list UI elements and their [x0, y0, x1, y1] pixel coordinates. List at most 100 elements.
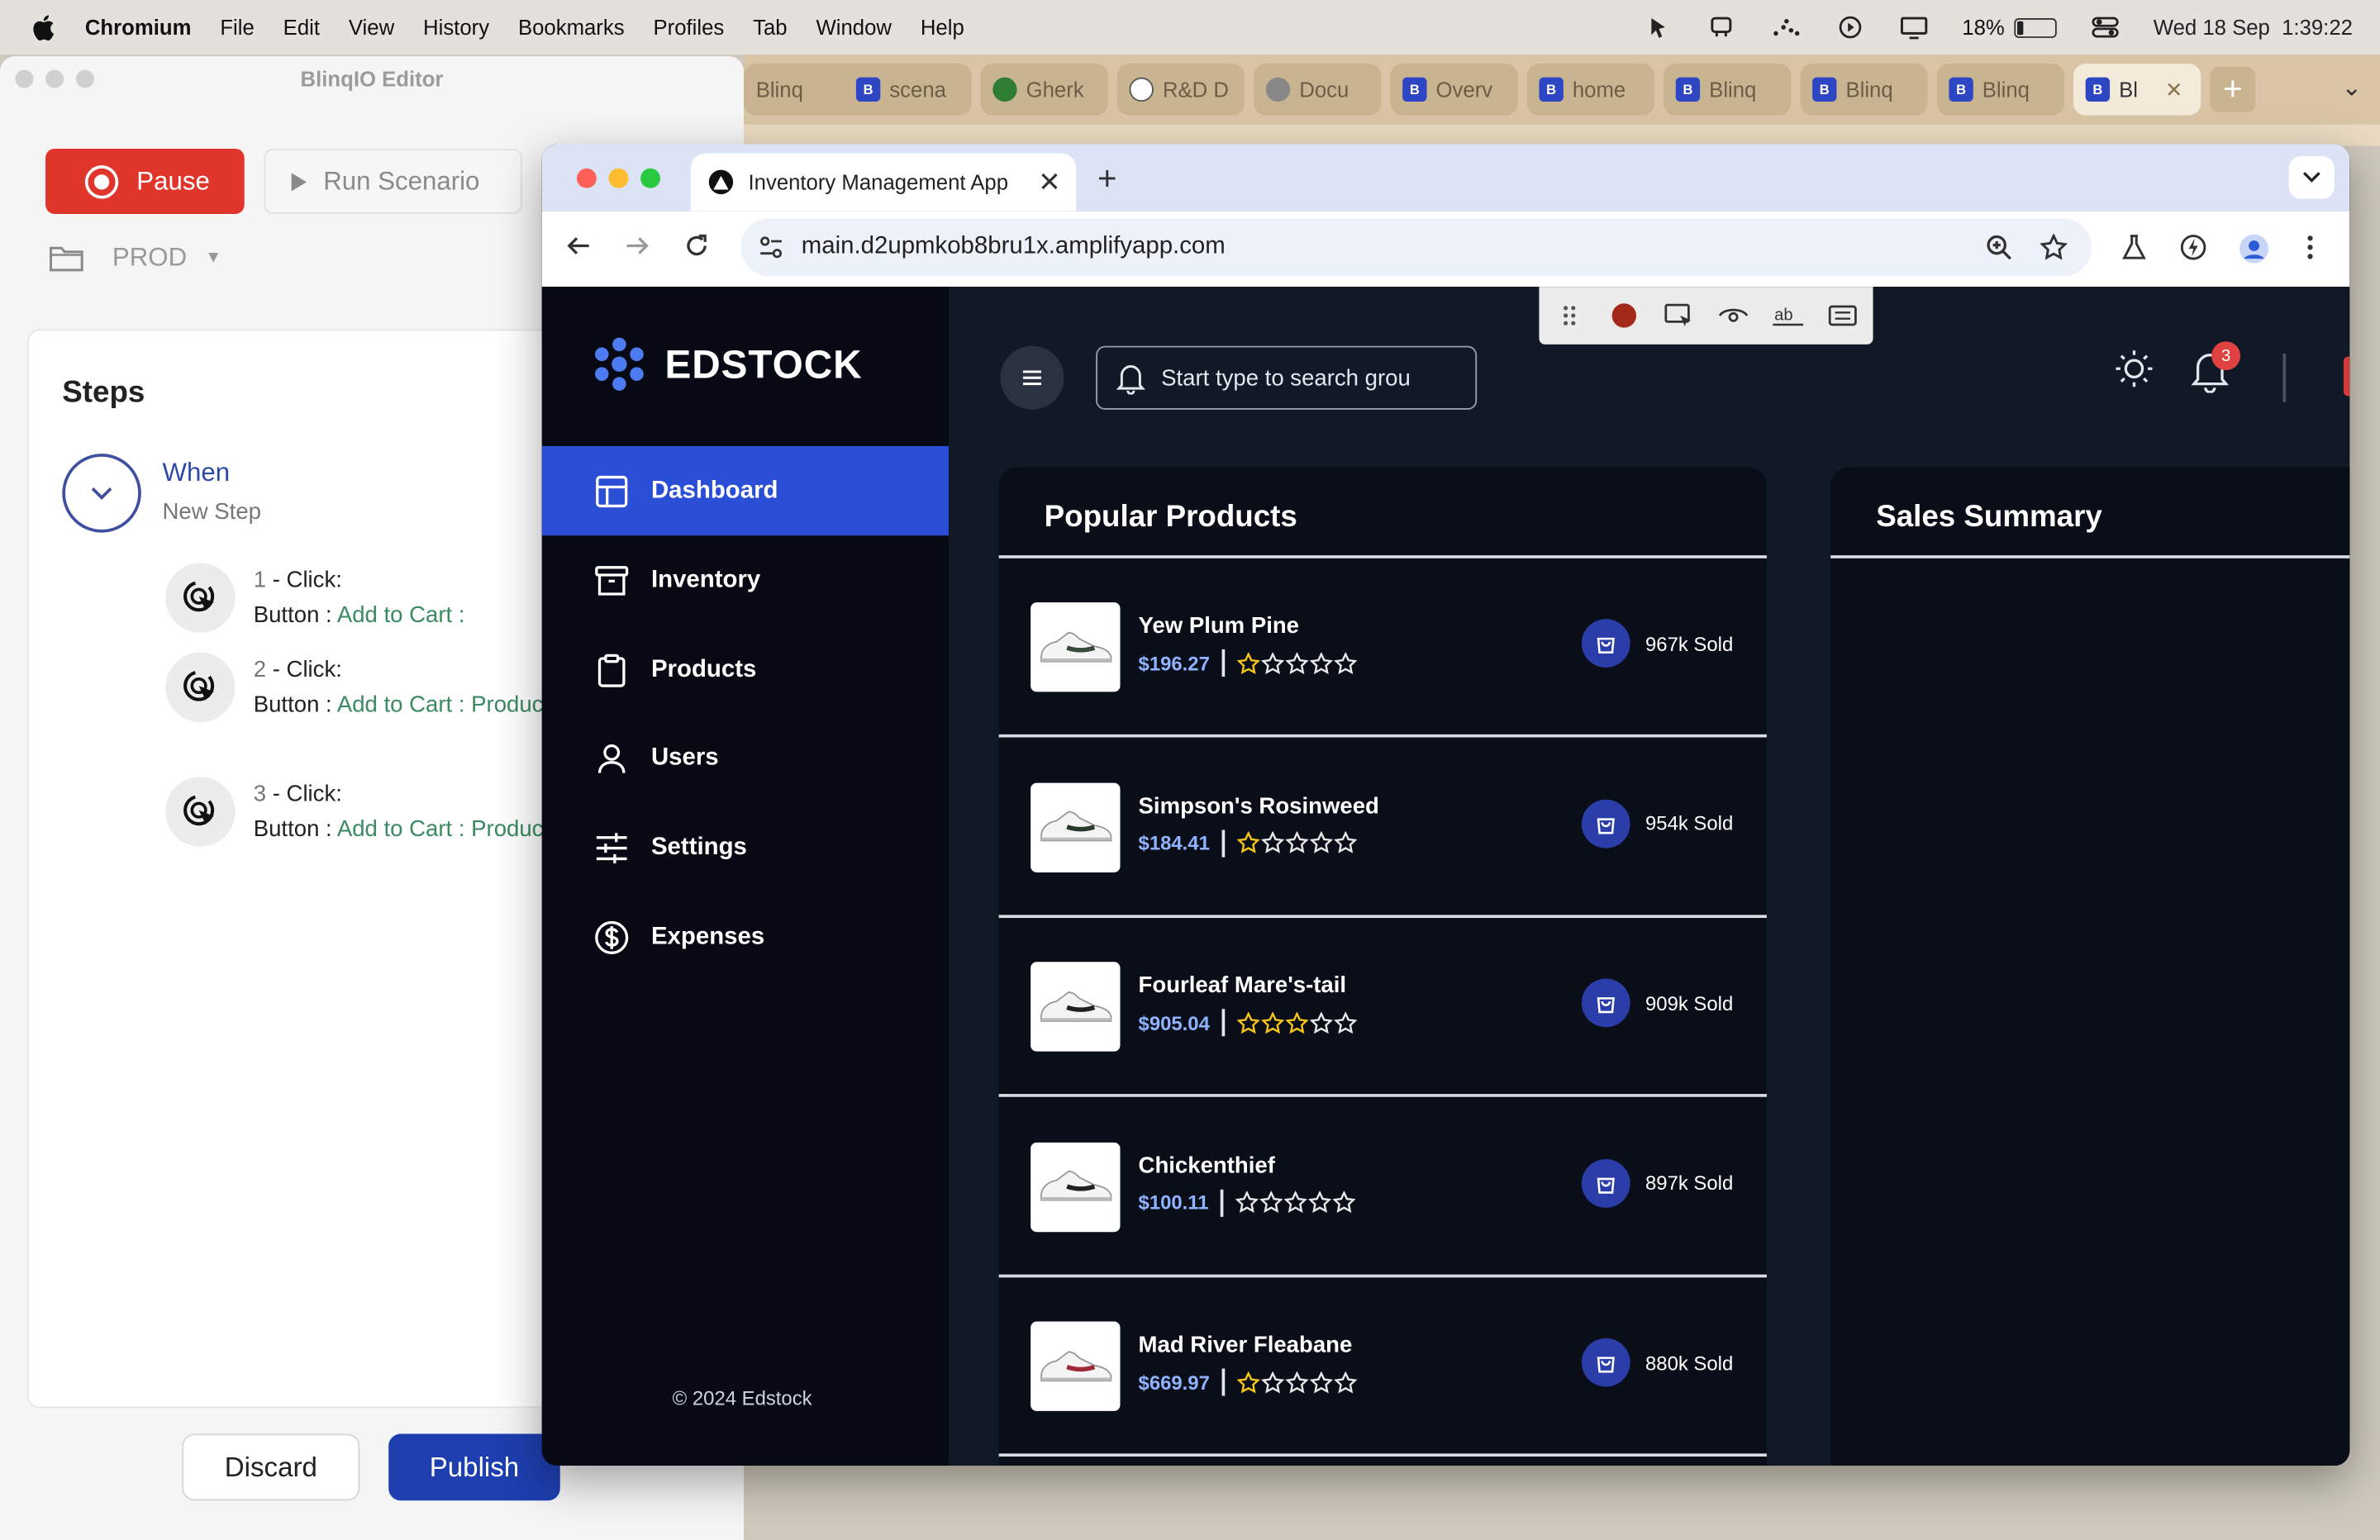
- battery-icon: [2013, 17, 2057, 37]
- more-menu-icon[interactable]: [2306, 234, 2315, 269]
- play-status-icon[interactable]: [1835, 15, 1865, 39]
- pointer-status-icon[interactable]: [1644, 15, 1674, 39]
- row-divider: [998, 734, 1767, 738]
- text-field-icon[interactable]: [1825, 296, 1861, 335]
- zoom-icon[interactable]: [1985, 234, 2012, 269]
- background-tab-active[interactable]: B Bl ✕: [2073, 64, 2202, 116]
- star-outline-icon: [1310, 831, 1333, 853]
- user-avatar-partial[interactable]: [2343, 356, 2350, 397]
- select-element-icon[interactable]: [1660, 296, 1697, 335]
- record-button[interactable]: [1606, 296, 1642, 335]
- background-tab[interactable]: Gherk: [980, 64, 1108, 116]
- control-center-icon[interactable]: [2090, 15, 2121, 39]
- drag-handle-icon[interactable]: [1551, 296, 1587, 335]
- product-row[interactable]: Yew Plum Pine $196.27 967k Sold: [998, 558, 1767, 738]
- menu-app-name[interactable]: Chromium: [85, 15, 192, 39]
- run-scenario-button[interactable]: Run Scenario: [264, 148, 522, 214]
- brand-logo[interactable]: EDSTOCK: [592, 337, 862, 392]
- extension-bolt-icon[interactable]: [2180, 234, 2207, 269]
- product-row[interactable]: Simpson's Rosinweed $184.41 954k Sold: [998, 738, 1767, 918]
- menu-profiles[interactable]: Profiles: [653, 15, 724, 39]
- minimize-window-button[interactable]: [45, 69, 64, 88]
- menu-help[interactable]: Help: [921, 15, 964, 39]
- menu-file[interactable]: File: [220, 15, 254, 39]
- search-placeholder: Start type to search grou: [1161, 364, 1411, 391]
- menu-history[interactable]: History: [423, 15, 489, 39]
- star-outline-icon: [1285, 651, 1309, 674]
- background-tab[interactable]: Bhome: [1526, 64, 1655, 116]
- close-icon[interactable]: ✕: [2165, 77, 2183, 102]
- sidebar-item-dashboard[interactable]: Dashboard: [541, 445, 949, 536]
- product-thumbnail[interactable]: [1031, 782, 1121, 872]
- labs-flask-icon[interactable]: [2121, 234, 2148, 269]
- display-status-icon[interactable]: [1898, 15, 1929, 40]
- minimize-window-button[interactable]: [608, 168, 629, 188]
- theme-toggle-sun-icon[interactable]: [2113, 348, 2155, 398]
- dots-status-icon[interactable]: [1771, 15, 1802, 39]
- zoom-window-button[interactable]: [640, 168, 660, 188]
- product-thumbnail[interactable]: [1031, 1141, 1121, 1232]
- battery-status[interactable]: 18%: [1962, 15, 2057, 40]
- zoom-window-button[interactable]: [75, 69, 94, 88]
- bookmark-star-icon[interactable]: [2040, 233, 2068, 269]
- product-thumbnail[interactable]: [1031, 962, 1121, 1052]
- product-thumbnail[interactable]: [1031, 602, 1121, 692]
- sidebar-item-expenses[interactable]: Expenses: [542, 892, 949, 982]
- close-window-button[interactable]: [15, 69, 34, 88]
- background-tab[interactable]: Docu: [1254, 64, 1382, 116]
- site-info-icon[interactable]: [759, 235, 783, 268]
- collapse-when-button[interactable]: [62, 454, 141, 533]
- menu-edit[interactable]: Edit: [283, 15, 320, 39]
- menu-toggle-button[interactable]: [1000, 345, 1064, 410]
- sidebar-item-settings[interactable]: Settings: [542, 802, 949, 891]
- eye-icon[interactable]: [1716, 296, 1752, 335]
- background-tab[interactable]: B Blinq: [1800, 64, 1928, 116]
- product-name: Mad River Fleabane: [1138, 1332, 1353, 1358]
- close-window-button[interactable]: [576, 168, 597, 188]
- sidebar-item-users[interactable]: Users: [542, 713, 949, 802]
- tab-search-chevron-icon[interactable]: ⌄: [2341, 73, 2362, 103]
- product-row[interactable]: Fourleaf Mare's-tail $905.04 909k Sold: [998, 918, 1767, 1097]
- folder-icon: [50, 246, 83, 272]
- menu-window[interactable]: Window: [816, 15, 892, 39]
- forward-arrow-icon[interactable]: [626, 234, 650, 266]
- new-tab-button[interactable]: +: [2210, 66, 2256, 112]
- card-divider: [1830, 555, 2350, 558]
- background-tab[interactable]: B Blinq: [1664, 64, 1792, 116]
- back-arrow-icon[interactable]: [566, 234, 590, 266]
- editor-titlebar: BlinqIO Editor: [0, 56, 744, 102]
- menu-view[interactable]: View: [349, 15, 394, 39]
- background-tab[interactable]: B Overv: [1390, 64, 1518, 116]
- cup-status-icon[interactable]: [1707, 15, 1738, 39]
- product-thumbnail[interactable]: [1031, 1321, 1121, 1411]
- sidebar-item-products[interactable]: Products: [542, 625, 949, 715]
- menubar-clock[interactable]: Wed 18 Sep 1:39:22: [2154, 15, 2353, 39]
- product-price: $100.11: [1138, 1191, 1209, 1214]
- browser-tab-active[interactable]: Inventory Management App ✕: [690, 153, 1077, 212]
- reload-icon[interactable]: [684, 234, 708, 266]
- notifications-button[interactable]: 3: [2189, 341, 2241, 401]
- profile-avatar-icon[interactable]: [2239, 234, 2269, 272]
- search-input[interactable]: Start type to search grou: [1096, 345, 1478, 410]
- product-row[interactable]: Mad River Fleabane $669.97 880k Sold: [998, 1277, 1767, 1457]
- background-tab[interactable]: R&D D: [1116, 64, 1245, 116]
- when-title[interactable]: When: [163, 459, 231, 489]
- tab-search-button[interactable]: [2288, 156, 2335, 199]
- address-bar[interactable]: main.d2upmkob8bru1x.amplifyapp.com: [740, 218, 2092, 277]
- pause-button[interactable]: Pause: [45, 148, 245, 214]
- environment-select[interactable]: PROD ▼: [49, 243, 221, 273]
- new-tab-button[interactable]: +: [1097, 159, 1117, 199]
- product-row[interactable]: Chickenthief $100.11 897k Sold: [998, 1098, 1767, 1277]
- sidebar-item-inventory[interactable]: Inventory: [542, 535, 949, 625]
- steps-heading: Steps: [62, 376, 145, 410]
- menu-bookmarks[interactable]: Bookmarks: [518, 15, 625, 39]
- publish-button[interactable]: Publish: [388, 1433, 560, 1501]
- apple-icon[interactable]: [32, 14, 56, 41]
- text-assert-icon[interactable]: ab: [1770, 296, 1806, 335]
- star-outline-icon: [1334, 1371, 1358, 1393]
- menu-tab[interactable]: Tab: [753, 15, 787, 39]
- discard-button[interactable]: Discard: [182, 1433, 360, 1501]
- background-tab[interactable]: B Blinq: [1936, 64, 2064, 116]
- close-tab-icon[interactable]: ✕: [1038, 166, 1061, 198]
- background-tab[interactable]: Bscena: [844, 64, 972, 116]
